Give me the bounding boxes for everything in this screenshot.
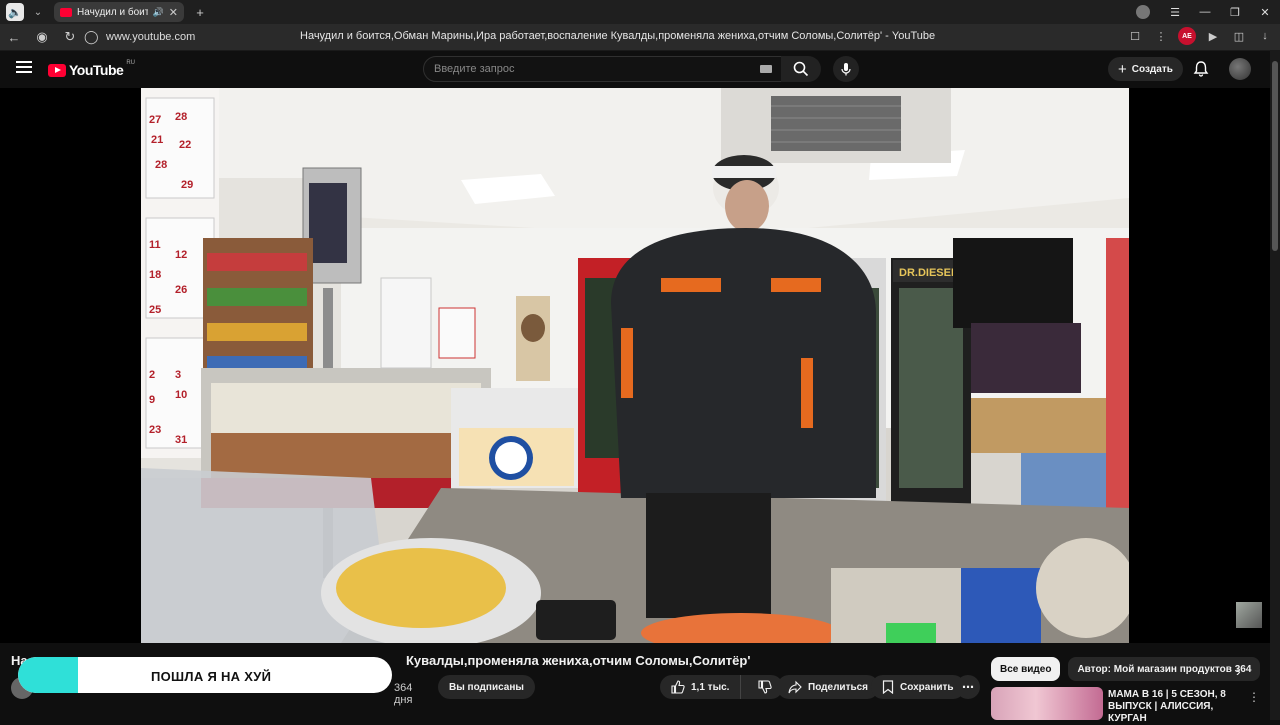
browser-tab[interactable]: Начудил и боится,О 🔊 ✕ bbox=[54, 2, 184, 22]
audio-icon[interactable]: 🔈 bbox=[6, 3, 24, 21]
svg-text:26: 26 bbox=[175, 284, 187, 296]
subscribed-button[interactable]: Вы подписаны bbox=[438, 675, 535, 699]
create-label: Создать bbox=[1131, 63, 1173, 75]
address-bar-tools: ☐ ⋮ AE ▶ ◫ ↓ bbox=[1126, 27, 1274, 45]
recommended-thumbnail[interactable] bbox=[991, 687, 1103, 720]
svg-text:27: 27 bbox=[149, 114, 161, 126]
chip-all-videos[interactable]: Все видео bbox=[991, 657, 1061, 681]
svg-text:18: 18 bbox=[149, 269, 161, 281]
chip-author[interactable]: Автор: Мой магазин продуктов 364 bbox=[1068, 657, 1261, 681]
mini-thumbnail[interactable] bbox=[1236, 602, 1262, 628]
video-frame[interactable]: 27 28 21 22 28 29 11 12 18 26 25 2 3 9 10 23 31 bbox=[141, 88, 1129, 643]
alert-progress-fill bbox=[18, 657, 78, 693]
address-bar: ← ◉ ↻ ◯ www.youtube.com Начудил и боится… bbox=[0, 24, 1280, 51]
search-box bbox=[423, 56, 783, 82]
restore-icon[interactable]: ❐ bbox=[1220, 6, 1250, 19]
more-actions-button[interactable]: ⋯ bbox=[956, 675, 980, 699]
site-info-icon[interactable]: ◯ bbox=[84, 29, 99, 45]
logo-text: YouTube bbox=[69, 62, 124, 78]
alert-text: ПОШЛА Я НА ХУЙ bbox=[151, 669, 272, 684]
svg-text:23: 23 bbox=[149, 424, 161, 436]
media-icon[interactable]: ▶ bbox=[1204, 27, 1222, 45]
reload-icon[interactable]: ↻ bbox=[56, 29, 84, 45]
svg-text:22: 22 bbox=[179, 139, 191, 151]
svg-text:3: 3 bbox=[175, 369, 181, 381]
share-label: Поделиться bbox=[808, 681, 869, 693]
window-controls: ☰ — ❐ ✕ bbox=[1136, 0, 1280, 24]
scrollbar-thumb[interactable] bbox=[1272, 61, 1278, 251]
voice-search-button[interactable] bbox=[833, 56, 859, 82]
svg-text:2: 2 bbox=[149, 369, 155, 381]
youtube-favicon-icon bbox=[60, 7, 72, 17]
svg-text:DR.DIESEL: DR.DIESEL bbox=[899, 267, 958, 279]
hamburger-menu-icon[interactable] bbox=[16, 61, 32, 73]
svg-text:28: 28 bbox=[175, 111, 187, 123]
svg-text:28: 28 bbox=[155, 159, 167, 171]
page-title: Начудил и боится,Обман Марины,Ира работа… bbox=[300, 30, 936, 42]
share-icon bbox=[788, 680, 802, 694]
browser-tabstrip: 🔈 ⌄ Начудил и боится,О 🔊 ✕ + ☰ — ❐ ✕ bbox=[0, 0, 1280, 24]
svg-text:10: 10 bbox=[175, 389, 187, 401]
shield-icon[interactable]: ◉ bbox=[28, 29, 56, 45]
svg-text:9: 9 bbox=[149, 394, 155, 406]
menu-icon[interactable]: ☰ bbox=[1160, 6, 1190, 19]
profile-icon[interactable] bbox=[1136, 5, 1150, 19]
save-button[interactable]: Сохранить bbox=[871, 675, 965, 699]
search-icon bbox=[793, 61, 809, 77]
url-field[interactable]: www.youtube.com bbox=[106, 31, 266, 43]
page-scrollbar[interactable] bbox=[1270, 51, 1280, 720]
search-button[interactable] bbox=[781, 56, 821, 82]
chevron-right-icon[interactable]: › bbox=[1236, 663, 1241, 679]
minimize-icon[interactable]: — bbox=[1190, 6, 1220, 18]
close-window-icon[interactable]: ✕ bbox=[1250, 6, 1280, 19]
tab-audio-icon[interactable]: 🔊 bbox=[153, 7, 164, 18]
new-tab-button[interactable]: + bbox=[192, 4, 208, 20]
more-options-icon[interactable]: ⋮ bbox=[1248, 690, 1260, 704]
youtube-play-icon bbox=[48, 63, 66, 77]
recommendation-chips: Все видео Автор: Мой магазин продуктов 3… bbox=[991, 657, 1261, 681]
bookmark-save-icon bbox=[882, 680, 894, 694]
keyboard-icon[interactable] bbox=[760, 65, 772, 73]
like-button[interactable]: 1,1 тыс. bbox=[660, 675, 742, 699]
stream-alert-banner: ПОШЛА Я НА ХУЙ bbox=[18, 657, 392, 693]
thumbs-down-icon bbox=[758, 680, 773, 694]
close-tab-icon[interactable]: ✕ bbox=[169, 6, 178, 19]
account-avatar[interactable] bbox=[1229, 58, 1251, 80]
search-input[interactable] bbox=[434, 63, 754, 75]
more-icon[interactable]: ⋮ bbox=[1152, 27, 1170, 45]
svg-text:25: 25 bbox=[149, 304, 161, 316]
microphone-icon bbox=[841, 63, 851, 76]
like-count: 1,1 тыс. bbox=[691, 681, 730, 693]
extension-icon[interactable]: AE bbox=[1178, 27, 1196, 45]
logo-region: RU bbox=[126, 60, 135, 66]
svg-text:11: 11 bbox=[149, 239, 161, 251]
video-player[interactable]: 27 28 21 22 28 29 11 12 18 26 25 2 3 9 10 23 31 bbox=[0, 88, 1270, 643]
svg-text:21: 21 bbox=[151, 134, 163, 146]
video-age: 364 дня bbox=[394, 682, 413, 706]
create-button[interactable]: + Создать bbox=[1108, 57, 1183, 81]
notifications-bell-icon[interactable] bbox=[1192, 60, 1210, 78]
video-scene-image: 27 2821 222829 1112182625 2 39 102331 DR… bbox=[141, 88, 1129, 643]
svg-text:12: 12 bbox=[175, 249, 187, 261]
chevron-down-icon[interactable]: ⌄ bbox=[30, 7, 46, 18]
back-icon[interactable]: ← bbox=[0, 30, 28, 45]
thumbs-up-icon bbox=[671, 680, 685, 694]
download-icon[interactable]: ↓ bbox=[1256, 27, 1274, 45]
youtube-header: YouTube RU + Создать bbox=[0, 51, 1280, 88]
collections-icon[interactable]: ◫ bbox=[1230, 27, 1248, 45]
svg-text:29: 29 bbox=[181, 179, 193, 191]
recommended-video[interactable]: МАМА В 16 | 5 СЕЗОН, 8 ВЫПУСК | АЛИССИЯ,… bbox=[991, 687, 1261, 724]
plus-icon: + bbox=[1118, 60, 1127, 78]
video-title-visible: Кувалды,променяла жениха,отчим Соломы,Со… bbox=[406, 653, 751, 668]
youtube-logo[interactable]: YouTube RU bbox=[48, 60, 135, 78]
svg-text:31: 31 bbox=[175, 434, 187, 446]
bookmark-icon[interactable]: ☐ bbox=[1126, 27, 1144, 45]
save-label: Сохранить bbox=[900, 681, 954, 693]
like-dislike-group: 1,1 тыс. bbox=[660, 675, 784, 699]
share-button[interactable]: Поделиться bbox=[777, 675, 880, 699]
tab-title: Начудил и боится,О bbox=[77, 6, 148, 18]
